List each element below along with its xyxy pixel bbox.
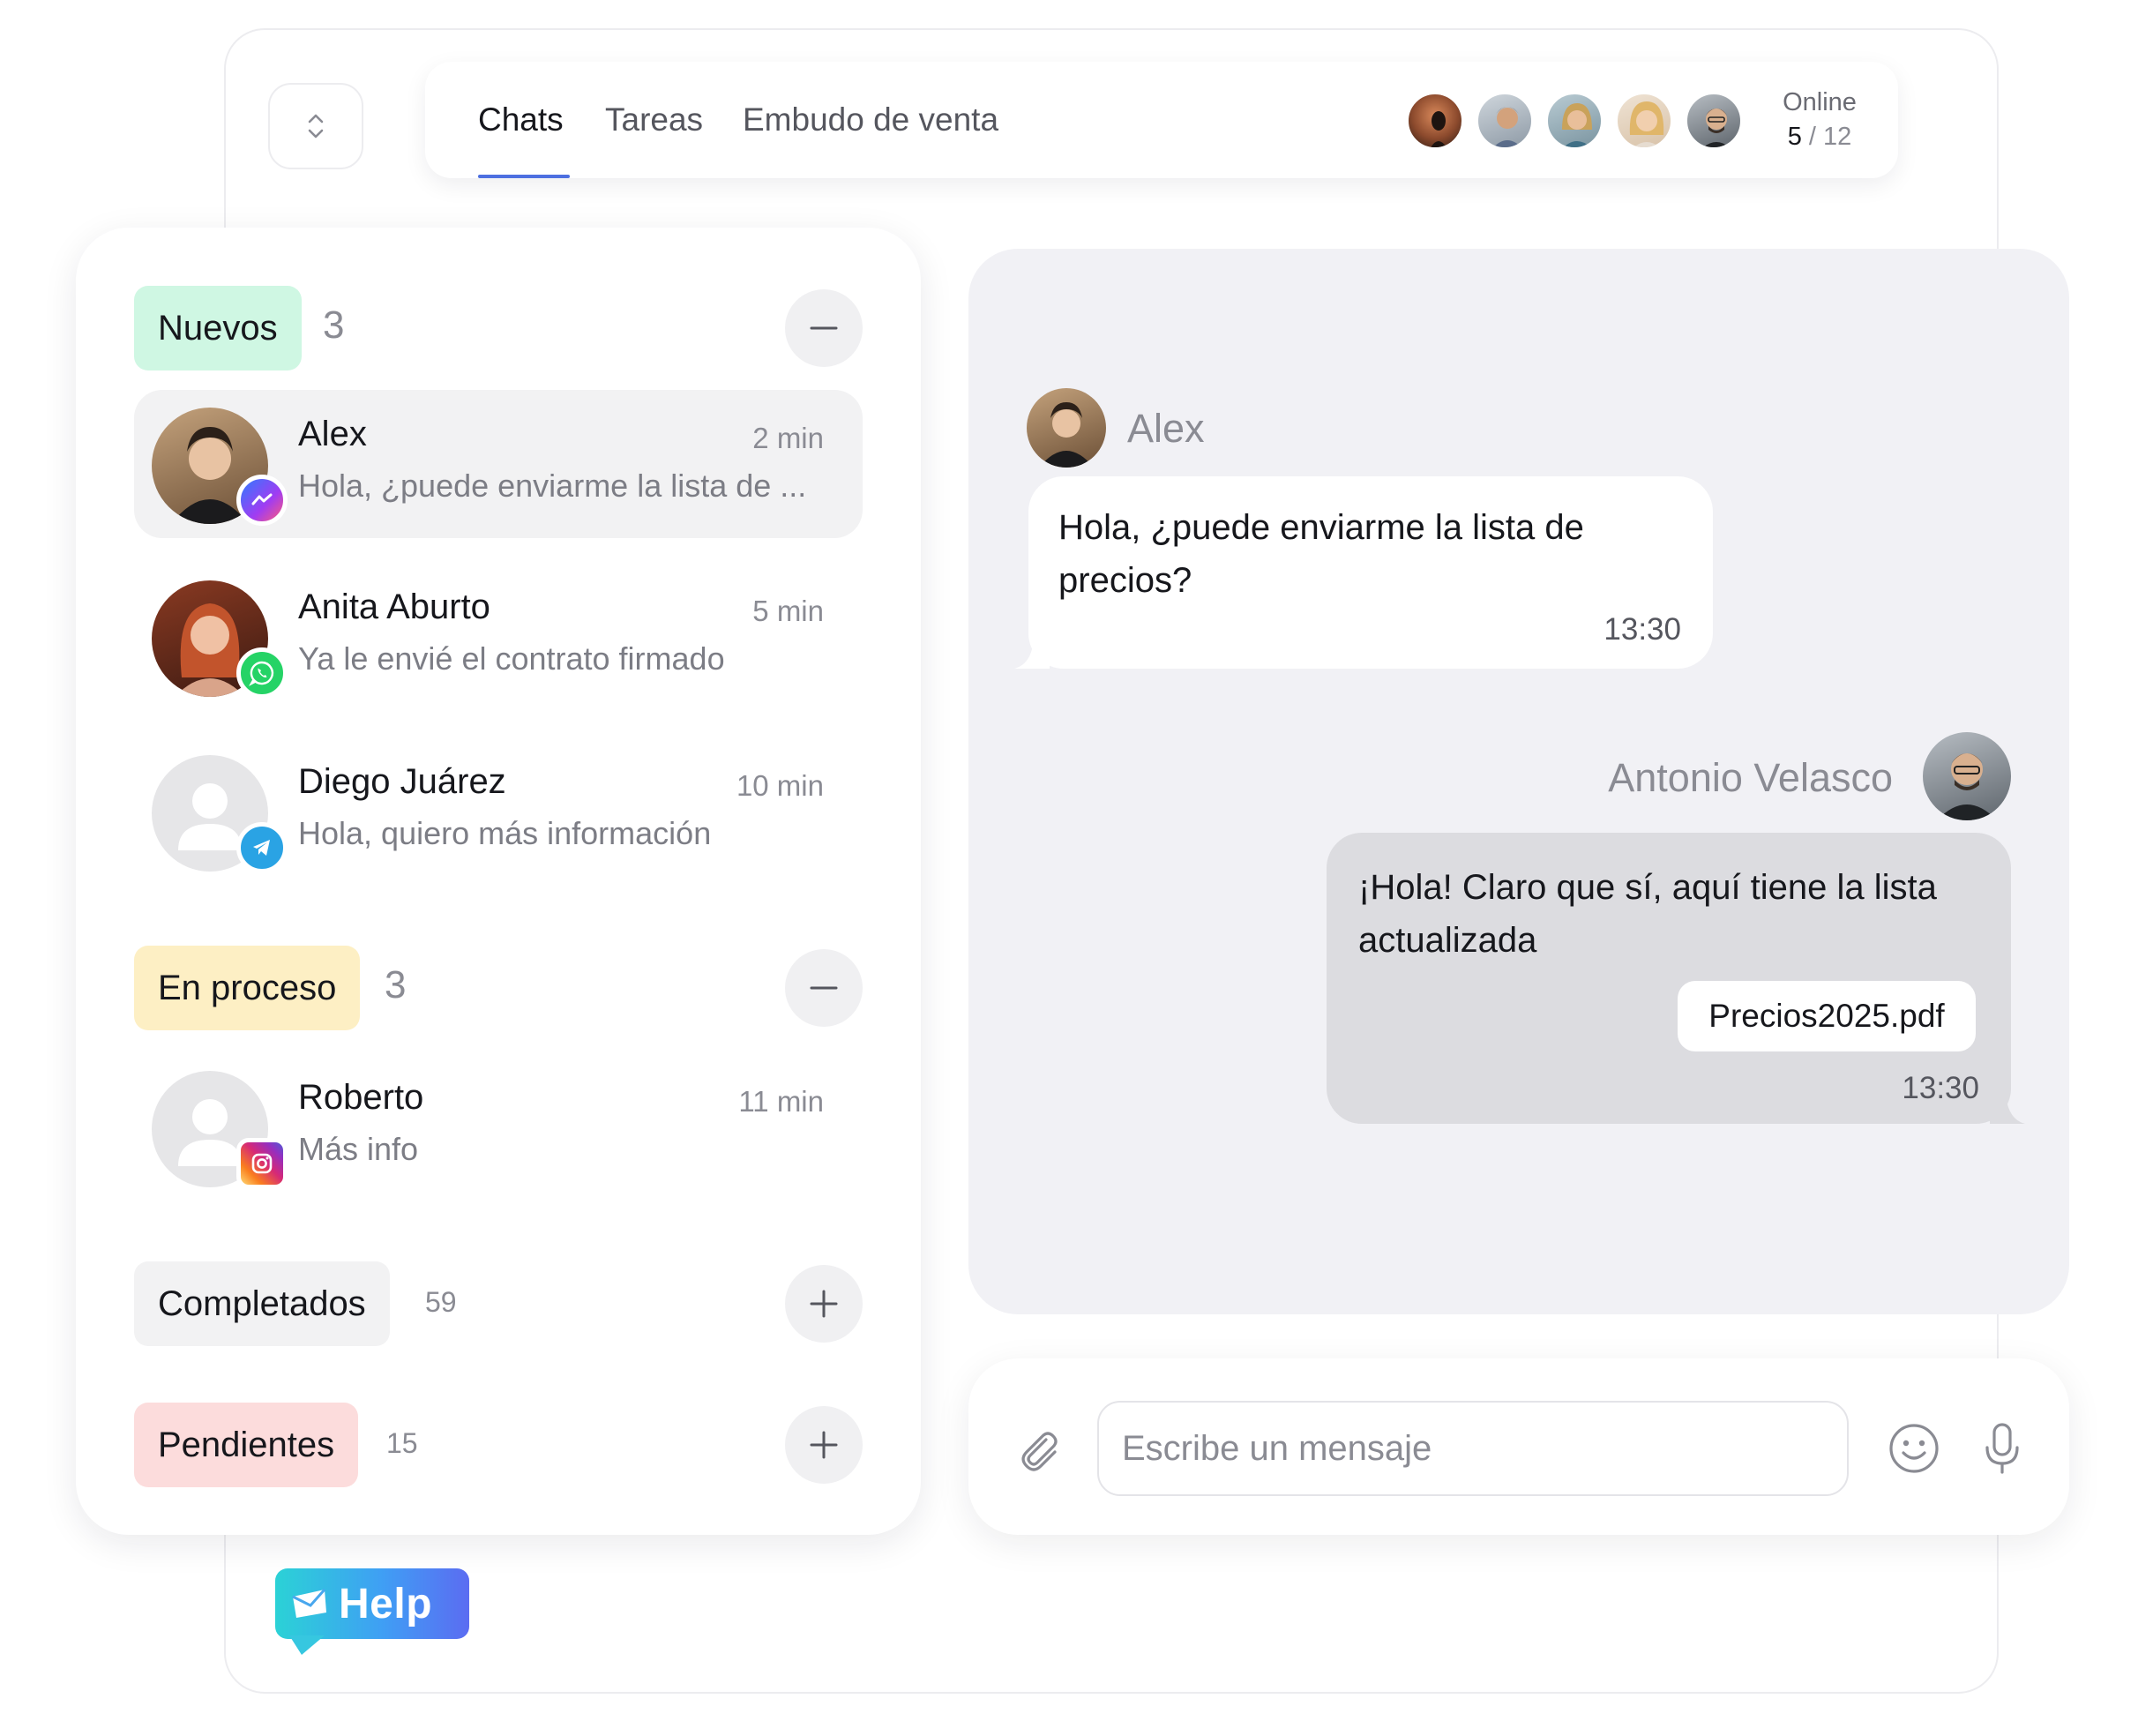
online-status: Online 5 / 12 <box>1771 88 1868 152</box>
group-tag-nuevos[interactable]: Nuevos <box>134 286 302 370</box>
message-input[interactable] <box>1097 1401 1849 1496</box>
top-navigation: Chats Tareas Embudo de venta Online 5 / … <box>425 62 1898 178</box>
group-count: 3 <box>323 303 345 347</box>
conversation-panel: Alex Hola, ¿puede enviarme la lista de p… <box>968 249 2069 1314</box>
expand-button[interactable] <box>785 1406 863 1484</box>
outgoing-message: ¡Hola! Claro que sí, aquí tiene la lista… <box>1327 833 2025 1124</box>
tab-embudo-de-venta[interactable]: Embudo de venta <box>743 62 998 178</box>
tab-tareas[interactable]: Tareas <box>605 62 703 178</box>
avatar <box>1027 388 1106 468</box>
active-tab-indicator <box>478 175 570 178</box>
chat-name: Anita Aburto <box>298 587 490 626</box>
panel-toggle-button[interactable] <box>268 83 363 169</box>
envelope-icon <box>292 1589 326 1618</box>
online-count: 5 / 12 <box>1787 123 1852 151</box>
chat-time: 10 min <box>736 769 824 802</box>
chat-time: 2 min <box>752 422 824 454</box>
chat-name: Roberto <box>298 1078 424 1117</box>
message-composer <box>968 1358 2069 1535</box>
logo-text: Help <box>339 1580 433 1628</box>
online-total: 12 <box>1823 123 1852 151</box>
collapse-button[interactable] <box>785 289 863 367</box>
agent-avatar[interactable] <box>1406 92 1464 150</box>
chat-time: 11 min <box>738 1085 824 1118</box>
agent-avatar[interactable] <box>1685 92 1743 150</box>
chat-list-panel: Nuevos 3 Alex 2 min Hola, ¿puede enviarm… <box>76 228 921 1535</box>
message-sender: Antonio Velasco <box>1608 755 1893 800</box>
collapse-button[interactable] <box>785 949 863 1027</box>
chat-preview: Hola, quiero más información <box>298 815 712 851</box>
bubble-tail <box>1014 633 1050 669</box>
chat-preview: Ya le envié el contrato firmado <box>298 640 725 677</box>
message-time: 13:30 <box>1604 612 1681 647</box>
chat-preview: Hola, ¿puede enviarme la lista de ... <box>298 468 807 504</box>
group-tag-pendientes[interactable]: Pendientes <box>134 1403 359 1487</box>
agent-avatar[interactable] <box>1545 92 1604 150</box>
plus-icon <box>810 1290 838 1318</box>
telegram-icon <box>236 822 288 873</box>
group-count: 59 <box>425 1286 457 1318</box>
message-text: ¡Hola! Claro que sí, aquí tiene la lista… <box>1358 868 1937 960</box>
chat-item-alex[interactable]: Alex 2 min Hola, ¿puede enviarme la list… <box>134 390 863 538</box>
group-tag-en-proceso[interactable]: En proceso <box>134 946 361 1030</box>
message-time: 13:30 <box>1902 1071 1979 1105</box>
chat-item-anita-aburto[interactable]: Anita Aburto 5 min Ya le envié el contra… <box>134 563 863 711</box>
chat-item-roberto[interactable]: Roberto 11 min Más info <box>134 1053 863 1201</box>
chat-name: Diego Juárez <box>298 762 506 801</box>
messenger-icon <box>236 475 288 526</box>
chat-item-diego-juarez[interactable]: Diego Juárez 10 min Hola, quiero más inf… <box>134 737 863 886</box>
agent-avatar[interactable] <box>1476 92 1534 150</box>
message-sender: Alex <box>1127 406 1205 451</box>
logo-tail <box>289 1635 325 1655</box>
bubble-tail <box>1990 1089 2025 1124</box>
group-count: 15 <box>386 1427 418 1459</box>
file-attachment[interactable]: Precios2025.pdf <box>1678 981 1976 1051</box>
tab-chats[interactable]: Chats <box>478 62 564 178</box>
message-text: Hola, ¿puede enviarme la lista de precio… <box>1058 508 1584 600</box>
online-current: 5 <box>1787 123 1802 151</box>
expand-button[interactable] <box>785 1265 863 1343</box>
online-label: Online <box>1783 88 1857 116</box>
paperclip-icon[interactable] <box>1002 1413 1073 1484</box>
emoji-icon[interactable] <box>1879 1413 1949 1484</box>
help-logo: Help <box>275 1568 469 1655</box>
chevron-up-down-icon <box>308 114 324 138</box>
plus-icon <box>810 1431 838 1459</box>
instagram-icon <box>236 1138 288 1189</box>
minus-icon <box>810 986 838 990</box>
whatsapp-icon <box>236 647 288 699</box>
microphone-icon[interactable] <box>1967 1413 2037 1484</box>
minus-icon <box>810 326 838 330</box>
incoming-message: Hola, ¿puede enviarme la lista de precio… <box>1014 476 1713 669</box>
agent-avatar[interactable] <box>1615 92 1673 150</box>
group-count: 3 <box>385 963 407 1006</box>
avatar <box>1923 732 2011 820</box>
chat-time: 5 min <box>752 595 824 627</box>
chat-preview: Más info <box>298 1131 419 1167</box>
group-tag-completados[interactable]: Completados <box>134 1261 390 1346</box>
chat-name: Alex <box>298 415 367 453</box>
